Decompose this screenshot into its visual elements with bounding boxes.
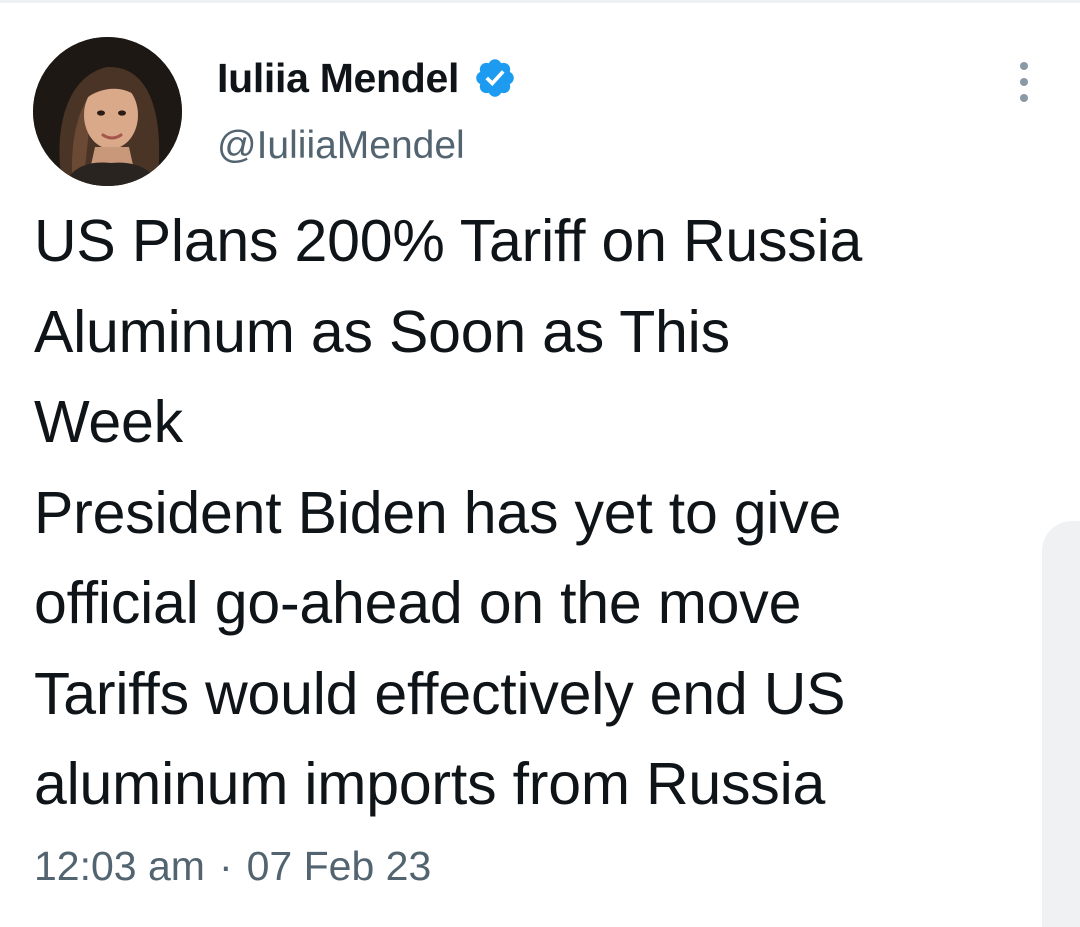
more-options-button[interactable]: [1006, 58, 1042, 106]
tweet-text-line: Week: [34, 389, 183, 455]
verified-badge-icon: [473, 56, 517, 100]
tweet-text-line: President Biden has yet to give: [34, 479, 842, 546]
more-dots-icon: [1020, 78, 1028, 86]
display-name[interactable]: Iuliia Mendel: [217, 55, 459, 102]
tweet-text-line: aluminum imports from Russia: [34, 751, 826, 817]
tweet-time[interactable]: 12:03 am: [34, 843, 205, 890]
more-dots-icon: [1020, 62, 1028, 70]
author-name-row[interactable]: Iuliia Mendel: [217, 52, 517, 104]
avatar-image: [33, 37, 182, 186]
top-divider: [0, 0, 1080, 3]
tweet-screen: Iuliia Mendel @IuliiaMendel US Plans 200…: [0, 0, 1080, 927]
more-dots-icon: [1020, 94, 1028, 102]
timestamp-separator: ·: [218, 843, 233, 889]
timestamp-row[interactable]: 12:03 am · 07 Feb 23: [34, 843, 431, 890]
tweet-date[interactable]: 07 Feb 23: [247, 843, 432, 890]
tweet-text-line: Aluminum as Soon as This: [34, 298, 730, 365]
tweet-text-line: US Plans 200% Tariff on Russia: [34, 208, 863, 274]
tweet-text-line: Tariffs would effectively end US: [34, 660, 846, 727]
tweet-text: US Plans 200% Tariff on Russia Aluminum …: [34, 196, 1044, 830]
avatar[interactable]: [33, 37, 182, 186]
tweet-text-line: official go-ahead on the move: [34, 570, 802, 636]
scroll-handle[interactable]: [1042, 521, 1080, 927]
author-handle[interactable]: @IuliiaMendel: [217, 124, 465, 168]
